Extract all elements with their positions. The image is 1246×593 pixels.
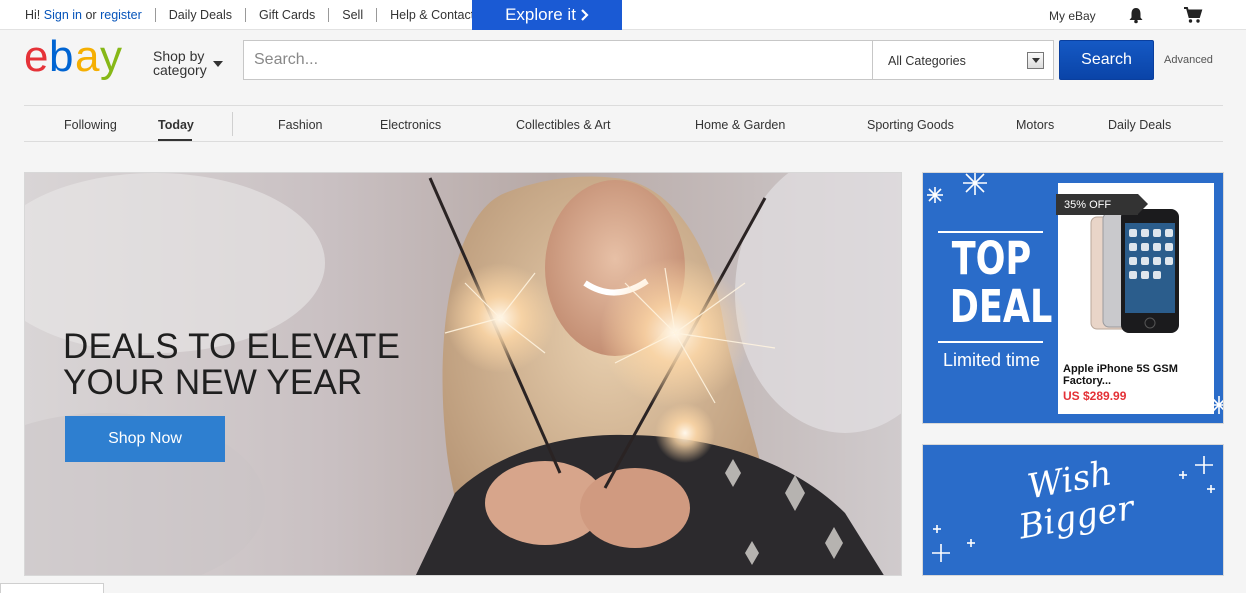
shop-by-category-button[interactable]: Shop by category bbox=[153, 49, 207, 77]
daily-deals-link[interactable]: Daily Deals bbox=[169, 8, 232, 22]
nav-collectibles-art[interactable]: Collectibles & Art bbox=[516, 118, 610, 132]
nav-fashion[interactable]: Fashion bbox=[278, 118, 322, 132]
divider bbox=[154, 8, 156, 22]
svg-text:y: y bbox=[100, 35, 122, 81]
hero-headline-line1: DEALS TO ELEVATE bbox=[63, 327, 401, 366]
svg-text:a: a bbox=[75, 35, 100, 81]
nav-daily-deals[interactable]: Daily Deals bbox=[1108, 118, 1171, 132]
product-name[interactable]: Apple iPhone 5S GSM Factory... bbox=[1063, 363, 1213, 387]
divider bbox=[245, 8, 246, 22]
caret-down-icon bbox=[213, 61, 223, 67]
nav-motors[interactable]: Motors bbox=[1016, 118, 1054, 132]
product-price: US $289.99 bbox=[1063, 389, 1127, 403]
chevron-right-icon bbox=[581, 9, 589, 21]
shop-now-button[interactable]: Shop Now bbox=[65, 416, 225, 462]
top-word: TOP bbox=[951, 232, 1032, 285]
search-input[interactable] bbox=[244, 41, 872, 79]
cart-icon[interactable] bbox=[1183, 6, 1203, 24]
discount-badge: 35% OFF bbox=[1056, 194, 1148, 215]
sign-in-link[interactable]: Sign in bbox=[44, 8, 82, 22]
top-deal-heading: TOP DEAL bbox=[949, 232, 1053, 333]
deal-word: DEAL bbox=[949, 280, 1053, 333]
top-deal-panel[interactable]: TOP DEAL Limited time 35% OFF Apple iPho… bbox=[922, 172, 1224, 424]
advanced-search-link[interactable]: Advanced bbox=[1164, 54, 1213, 66]
svg-text:e: e bbox=[24, 35, 47, 81]
category-select-value: All Categories bbox=[888, 54, 966, 68]
search-bar: All Categories bbox=[243, 40, 1054, 80]
hero-banner[interactable]: DEALS TO ELEVATE YOUR NEW YEAR Shop Now bbox=[24, 172, 902, 576]
bell-icon[interactable] bbox=[1127, 6, 1145, 24]
product-image[interactable] bbox=[1089, 209, 1185, 335]
divider bbox=[376, 8, 378, 22]
active-tab-indicator bbox=[158, 139, 192, 141]
wish-bigger-banner[interactable]: Wish Bigger bbox=[922, 444, 1224, 576]
my-ebay-link[interactable]: My eBay bbox=[1049, 9, 1096, 23]
divider-line bbox=[938, 341, 1043, 343]
explore-it-banner[interactable]: Explore it bbox=[472, 0, 622, 30]
hero-headline-line2: YOUR NEW YEAR bbox=[63, 363, 363, 402]
category-label: category bbox=[153, 62, 207, 78]
nav-sporting-goods[interactable]: Sporting Goods bbox=[867, 118, 954, 132]
nav-divider bbox=[232, 112, 233, 136]
svg-text:b: b bbox=[49, 35, 72, 81]
nav-home-garden[interactable]: Home & Garden bbox=[695, 118, 785, 132]
search-button[interactable]: Search bbox=[1059, 40, 1154, 80]
utility-links: Hi! Sign in or register Daily Deals Gift… bbox=[25, 8, 474, 22]
dropdown-arrow-icon bbox=[1027, 52, 1044, 69]
ebay-logo[interactable]: e b a y bbox=[24, 35, 142, 83]
greeting-text: Hi! bbox=[25, 8, 41, 22]
feedback-tab[interactable] bbox=[0, 583, 104, 593]
divider bbox=[328, 8, 330, 22]
category-nav: Following Today Fashion Electronics Coll… bbox=[24, 105, 1223, 142]
or-text: or bbox=[85, 8, 97, 22]
explore-label: Explore it bbox=[505, 5, 576, 24]
top-utility-bar: Hi! Sign in or register Daily Deals Gift… bbox=[0, 0, 1246, 30]
category-select[interactable]: All Categories bbox=[872, 41, 1053, 79]
hero-headline: DEALS TO ELEVATE YOUR NEW YEAR bbox=[63, 329, 400, 401]
sell-link[interactable]: Sell bbox=[342, 8, 363, 22]
gift-cards-link[interactable]: Gift Cards bbox=[259, 8, 315, 22]
register-link[interactable]: register bbox=[100, 8, 142, 22]
limited-time-text: Limited time bbox=[942, 350, 1041, 370]
nav-today[interactable]: Today bbox=[158, 118, 194, 132]
nav-electronics[interactable]: Electronics bbox=[380, 118, 441, 132]
nav-following[interactable]: Following bbox=[64, 118, 117, 132]
help-contact-link[interactable]: Help & Contact bbox=[390, 8, 474, 22]
